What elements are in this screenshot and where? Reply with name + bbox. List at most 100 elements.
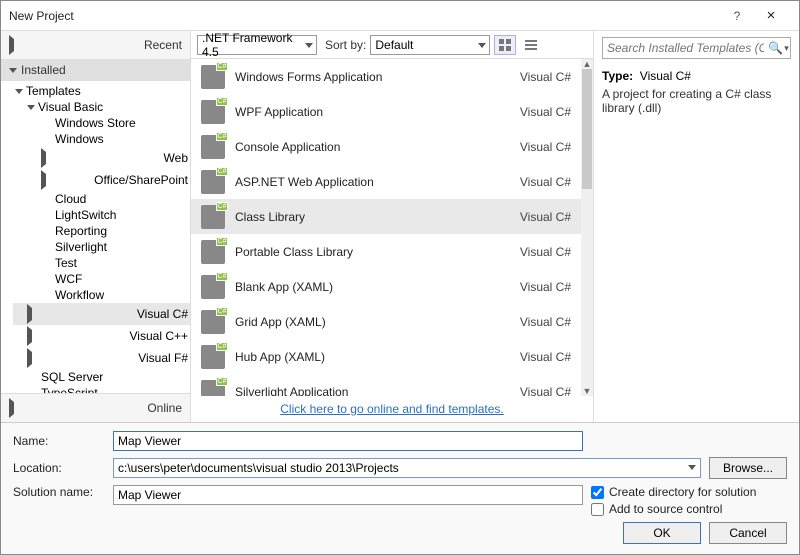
template-item[interactable]: C#ASP.NET Web ApplicationVisual C# xyxy=(191,164,581,199)
template-language: Visual C# xyxy=(520,245,571,259)
view-small-icons-button[interactable] xyxy=(520,35,542,55)
tree-vb-child[interactable]: Workflow xyxy=(13,287,190,303)
nav-recent[interactable]: Recent xyxy=(1,31,190,59)
ok-button[interactable]: OK xyxy=(623,522,701,544)
template-item[interactable]: C#WPF ApplicationVisual C# xyxy=(191,94,581,129)
tree-visual-fsharp[interactable]: Visual F# xyxy=(13,347,190,369)
template-description: Type: Visual C# A project for creating a… xyxy=(602,69,791,115)
tree-vb-child[interactable]: Reporting xyxy=(13,223,190,239)
tree-vb-child[interactable]: Office/SharePoint xyxy=(13,169,190,191)
type-row: Type: Visual C# xyxy=(602,69,791,83)
template-icon: C# xyxy=(201,345,225,369)
tree-label: Visual Basic xyxy=(38,100,103,114)
tree-vb-child[interactable]: WCF xyxy=(13,271,190,287)
scroll-down-icon[interactable]: ▼ xyxy=(581,386,593,396)
template-name: Windows Forms Application xyxy=(235,70,510,84)
template-item[interactable]: C# Windows Forms Application Visual C# xyxy=(191,59,581,94)
tree-vb-child[interactable]: Cloud xyxy=(13,191,190,207)
nav-installed[interactable]: Installed xyxy=(1,59,190,81)
nav-online[interactable]: Online xyxy=(1,393,190,422)
template-scrollbar[interactable]: ▲ ▼ xyxy=(581,59,593,396)
chevron-right-icon xyxy=(27,304,134,324)
search-input[interactable] xyxy=(603,41,768,55)
grid-icons-icon xyxy=(498,38,512,52)
template-name: Class Library xyxy=(235,210,510,224)
tree-label: Test xyxy=(55,256,77,270)
sortby-value: Default xyxy=(375,38,413,52)
tree-vb-child[interactable]: Windows xyxy=(13,131,190,147)
tree-typescript[interactable]: TypeScript xyxy=(13,385,190,393)
chevron-down-icon xyxy=(27,105,35,110)
go-online-link[interactable]: Click here to go online and find templat… xyxy=(280,402,503,416)
location-input[interactable] xyxy=(113,458,701,478)
chevron-right-icon xyxy=(27,348,135,368)
tree-label: WCF xyxy=(55,272,82,286)
view-medium-icons-button[interactable] xyxy=(494,35,516,55)
search-dropdown-icon[interactable]: ▾ xyxy=(783,43,790,54)
search-icon[interactable]: 🔍 xyxy=(768,41,783,55)
close-button[interactable]: × xyxy=(751,7,791,24)
location-label: Location: xyxy=(13,461,105,475)
template-language: Visual C# xyxy=(520,315,571,329)
template-item[interactable]: C#Blank App (XAML)Visual C# xyxy=(191,269,581,304)
cancel-button[interactable]: Cancel xyxy=(709,522,787,544)
tree-vb-child[interactable]: Test xyxy=(13,255,190,271)
tree-sql-server[interactable]: SQL Server xyxy=(13,369,190,385)
tree-label: LightSwitch xyxy=(55,208,116,222)
template-name: WPF Application xyxy=(235,105,510,119)
template-language: Visual C# xyxy=(520,385,571,397)
tree-vb-child[interactable]: LightSwitch xyxy=(13,207,190,223)
tree-label: Visual F# xyxy=(138,351,188,365)
checkbox-group: Create directory for solution Add to sou… xyxy=(591,485,756,516)
template-item[interactable]: C#Hub App (XAML)Visual C# xyxy=(191,339,581,374)
tree-label: Workflow xyxy=(55,288,104,302)
tree-visual-cpp[interactable]: Visual C++ xyxy=(13,325,190,347)
name-input[interactable] xyxy=(113,431,583,451)
template-icon: C# xyxy=(201,65,225,89)
solution-input[interactable] xyxy=(113,485,583,505)
template-language: Visual C# xyxy=(520,175,571,189)
tree-vb-child[interactable]: Web xyxy=(13,147,190,169)
csharp-badge-icon: C# xyxy=(216,377,228,386)
tree-label: Templates xyxy=(26,84,81,98)
template-icon: C# xyxy=(201,240,225,264)
add-source-checkbox-label[interactable]: Add to source control xyxy=(591,502,756,516)
tree-vb-child[interactable]: Windows Store xyxy=(13,115,190,131)
scroll-thumb[interactable] xyxy=(582,69,592,189)
template-language: Visual C# xyxy=(520,350,571,364)
template-language: Visual C# xyxy=(520,70,571,84)
template-language: Visual C# xyxy=(520,280,571,294)
add-source-checkbox[interactable] xyxy=(591,503,604,516)
name-label: Name: xyxy=(13,434,105,448)
template-item[interactable]: C#Console ApplicationVisual C# xyxy=(191,129,581,164)
sortby-dropdown[interactable]: Default xyxy=(370,35,490,55)
tree-label: Cloud xyxy=(55,192,86,206)
location-dropdown[interactable] xyxy=(113,458,701,478)
add-source-text: Add to source control xyxy=(609,502,722,516)
tree-visual-csharp[interactable]: Visual C# xyxy=(13,303,190,325)
browse-button[interactable]: Browse... xyxy=(709,457,787,479)
tree-visual-basic[interactable]: Visual Basic xyxy=(13,99,190,115)
template-name: ASP.NET Web Application xyxy=(235,175,510,189)
framework-dropdown[interactable]: .NET Framework 4.5 xyxy=(197,35,317,55)
tree-label: Visual C# xyxy=(137,307,188,321)
template-icon: C# xyxy=(201,100,225,124)
create-dir-checkbox[interactable] xyxy=(591,486,604,499)
solution-label: Solution name: xyxy=(13,485,105,499)
tree-vb-child[interactable]: Silverlight xyxy=(13,239,190,255)
template-name: Silverlight Application xyxy=(235,385,510,397)
location-row: Location: Browse... xyxy=(13,457,787,479)
template-item[interactable]: C#Class LibraryVisual C# xyxy=(191,199,581,234)
help-button[interactable]: ? xyxy=(723,9,751,23)
title-bar: New Project ? × xyxy=(1,1,799,31)
templates-panel: .NET Framework 4.5 Sort by: Default C#Wi… xyxy=(191,31,594,422)
nav-installed-label: Installed xyxy=(21,63,66,77)
tree-templates[interactable]: Templates xyxy=(13,83,190,99)
template-item[interactable]: C#Portable Class LibraryVisual C# xyxy=(191,234,581,269)
template-item[interactable]: C# Silverlight Application Visual C# xyxy=(191,374,581,396)
scroll-up-icon[interactable]: ▲ xyxy=(581,59,593,69)
template-item[interactable]: C#Grid App (XAML)Visual C# xyxy=(191,304,581,339)
search-box[interactable]: 🔍 ▾ xyxy=(602,37,791,59)
template-language: Visual C# xyxy=(520,210,571,224)
create-dir-checkbox-label[interactable]: Create directory for solution xyxy=(591,485,756,499)
